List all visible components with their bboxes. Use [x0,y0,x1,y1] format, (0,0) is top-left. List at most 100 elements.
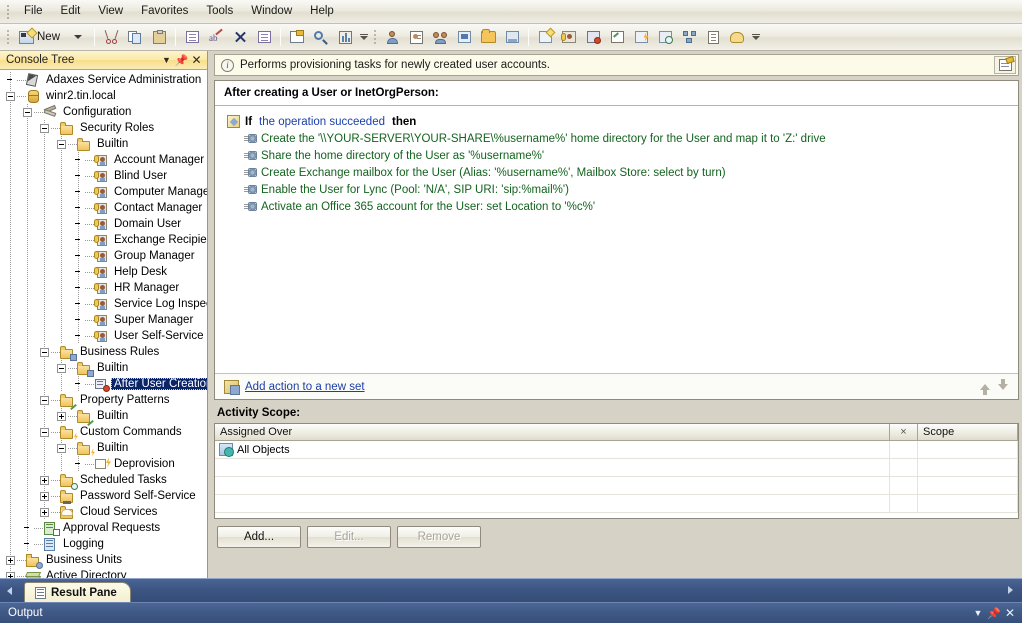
collapse-minus-icon[interactable] [40,427,49,437]
rule-action-row[interactable]: Create Exchange mailbox for the User (Al… [227,164,1018,181]
pin-icon[interactable]: 📌 [986,605,1002,621]
properties-button[interactable] [181,26,203,48]
tree-node-security-roles[interactable]: Security Roles [0,120,207,136]
scroll-right-icon[interactable] [1002,582,1018,598]
expand-plus-icon[interactable] [57,411,66,421]
new-property-pattern-button[interactable] [606,26,628,48]
rule-action-row[interactable]: Create the '\\YOUR-SERVER\YOUR-SHARE\%us… [227,130,1018,147]
menu-item-help[interactable]: Help [301,2,343,21]
new-business-rule-button[interactable] [582,26,604,48]
new-dropdown-button[interactable] [67,26,89,48]
tree-node-after-user-creation[interactable]: After User Creation [0,376,207,392]
console-tree-scroll-area[interactable]: Adaxes Service Administration winr2.tin.l… [0,70,207,578]
move-up-arrow-icon[interactable] [976,378,994,396]
copy-button[interactable] [124,26,146,48]
column-header-scope[interactable]: Scope [918,424,1018,441]
new-business-unit-button[interactable] [678,26,700,48]
pin-icon[interactable]: 📌 [174,53,189,68]
expand-plus-icon[interactable] [40,507,49,517]
export-list-button[interactable] [253,26,275,48]
tree-node-contact-manager[interactable]: Contact Manager [0,200,207,216]
close-icon[interactable]: ✕ [189,53,204,68]
menu-item-edit[interactable]: Edit [52,2,90,21]
move-down-arrow-icon[interactable] [994,378,1012,396]
new-container-button[interactable] [501,26,523,48]
toolbar-grip[interactable] [4,28,11,46]
collapse-minus-icon[interactable] [6,91,15,101]
tree-node-password-self-service[interactable]: Password Self-Service [0,488,207,504]
tree-node-builtin[interactable]: Builtin [0,440,207,457]
tree-node-approval-requests[interactable]: Approval Requests [0,520,207,536]
edit-description-icon[interactable] [994,55,1016,74]
chevron-down-icon[interactable]: ▼ [970,605,986,621]
collapse-minus-icon[interactable] [40,347,49,357]
cut-button[interactable] [100,26,122,48]
tree-node-business-units[interactable]: Business Units [0,552,207,569]
paste-button[interactable] [148,26,170,48]
cloud-services-button[interactable] [726,26,748,48]
help-button[interactable] [286,26,308,48]
new-user-button[interactable] [381,26,403,48]
tree-node-adaxes-service-administration[interactable]: Adaxes Service Administration [0,72,207,88]
toolbar-grip-2[interactable] [371,28,378,46]
rule-action-row[interactable]: Share the home directory of the User as … [227,147,1018,164]
menu-bar-grip[interactable] [4,4,12,20]
table-row[interactable]: All Objects [215,441,1018,459]
scroll-left-icon[interactable] [0,580,18,602]
tree-node-winr2-tin-local[interactable]: winr2.tin.local [0,88,207,104]
chevron-down-icon[interactable]: ▼ [159,53,174,68]
cell-exclude[interactable] [890,441,918,459]
new-security-role-button[interactable] [558,26,580,48]
add-button[interactable]: Add... [217,526,301,548]
tree-node-builtin[interactable]: Builtin [0,408,207,426]
menu-item-view[interactable]: View [89,2,132,21]
tree-node-builtin[interactable]: Builtin [0,136,207,152]
rename-button[interactable]: ab [205,26,227,48]
collapse-minus-icon[interactable] [57,139,66,149]
menu-item-tools[interactable]: Tools [197,2,242,21]
tree-node-domain-user[interactable]: Domain User [0,216,207,232]
report-button[interactable] [334,26,356,48]
new-custom-command-button[interactable] [630,26,652,48]
tree-node-cloud-services[interactable]: Cloud Services [0,504,207,520]
tree-node-hr-manager[interactable]: HR Manager [0,280,207,296]
rule-action-row[interactable]: Enable the User for Lync (Pool: 'N/A', S… [227,181,1018,198]
toolbar-overflow-button-2[interactable] [750,26,762,48]
new-ou-button[interactable] [477,26,499,48]
new-report-button[interactable] [702,26,724,48]
collapse-minus-icon[interactable] [40,123,49,133]
tree-node-service-log-inspector[interactable]: Service Log Inspector [0,296,207,312]
tree-node-help-desk[interactable]: Help Desk [0,264,207,280]
tree-node-active-directory[interactable]: Active Directory [0,568,207,578]
new-button[interactable]: New [14,26,65,48]
tree-node-account-manager[interactable]: Account Manager [0,152,207,168]
new-scheduled-task-button[interactable] [654,26,676,48]
tab-result-pane[interactable]: Result Pane [24,582,131,602]
new-computer-button[interactable] [453,26,475,48]
tree-node-blind-user[interactable]: Blind User [0,168,207,184]
menu-item-window[interactable]: Window [242,2,301,21]
add-action-to-new-set-link[interactable]: Add action to a new set [245,381,365,393]
expand-plus-icon[interactable] [6,555,15,565]
tree-node-scheduled-tasks[interactable]: Scheduled Tasks [0,472,207,490]
tree-node-property-patterns[interactable]: Property Patterns [0,392,207,410]
expand-plus-icon[interactable] [40,475,49,485]
close-icon[interactable]: ✕ [1002,605,1018,621]
tree-node-business-rules[interactable]: Business Rules [0,344,207,361]
find-button[interactable] [310,26,332,48]
tree-node-group-manager[interactable]: Group Manager [0,248,207,264]
delete-button[interactable] [229,26,251,48]
tree-node-custom-commands[interactable]: Custom Commands [0,424,207,441]
collapse-minus-icon[interactable] [57,363,66,373]
tree-node-super-manager[interactable]: Super Manager [0,312,207,328]
new-contact-button[interactable] [405,26,427,48]
tree-node-logging[interactable]: Logging [0,536,207,552]
tree-node-configuration[interactable]: Configuration [0,104,207,120]
column-header-exclude[interactable]: × [890,424,918,441]
rule-action-list[interactable]: If the operation succeeded then Create t… [215,106,1018,373]
menu-item-favorites[interactable]: Favorites [132,2,197,21]
expand-plus-icon[interactable] [40,491,49,501]
tree-node-exchange-recipient-administrator[interactable]: Exchange Recipient Administrator [0,232,207,248]
menu-item-file[interactable]: File [15,2,52,21]
new-group-button[interactable] [429,26,451,48]
